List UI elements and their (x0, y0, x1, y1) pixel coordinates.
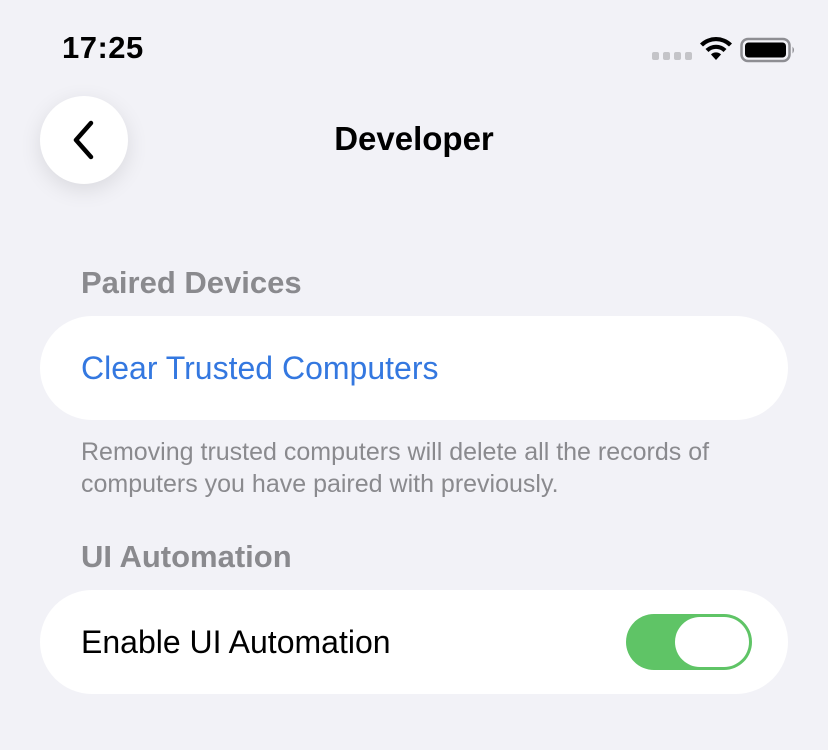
enable-ui-automation-toggle[interactable] (626, 614, 752, 670)
developer-settings-screen: 17:25 Developer Paired Devices Clear Tru… (0, 0, 828, 750)
page-title: Developer (334, 120, 494, 157)
battery-icon (740, 37, 794, 63)
toggle-knob (675, 617, 749, 667)
section-header-paired-devices: Paired Devices (81, 265, 302, 300)
paired-devices-footer-note: Removing trusted computers will delete a… (81, 438, 710, 498)
clear-trusted-computers-button[interactable]: Clear Trusted Computers (81, 350, 438, 387)
status-time: 17:25 (62, 30, 144, 65)
clear-trusted-computers-row[interactable]: Clear Trusted Computers (40, 316, 788, 420)
cellular-signal-icon (652, 52, 692, 60)
status-bar: 17:25 (0, 0, 828, 90)
enable-ui-automation-label: Enable UI Automation (81, 623, 391, 660)
enable-ui-automation-row: Enable UI Automation (40, 590, 788, 694)
section-header-ui-automation: UI Automation (81, 539, 292, 574)
wifi-icon (700, 37, 732, 60)
